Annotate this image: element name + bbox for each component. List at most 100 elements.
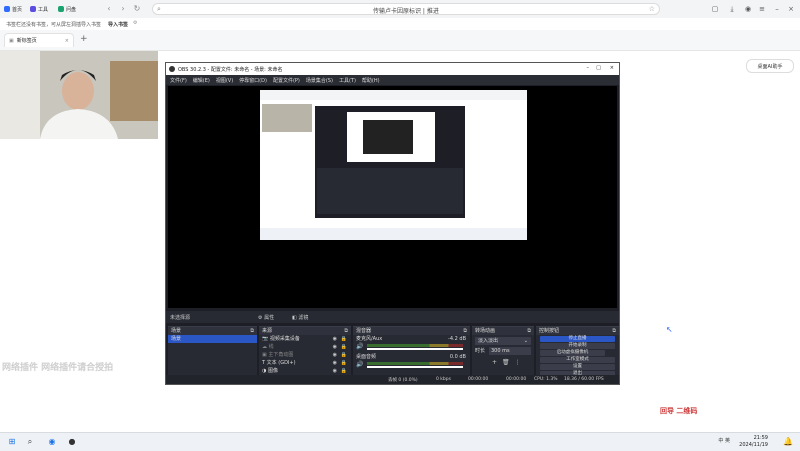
transition-type: 淡入淡出 bbox=[478, 338, 499, 344]
new-tab-button[interactable]: + bbox=[80, 34, 88, 44]
minimize-icon[interactable]: – bbox=[772, 4, 782, 14]
fps: 18.36 / 60.00 FPS bbox=[564, 377, 604, 382]
address-text: 传输卢卡因原标识 | 推进 bbox=[373, 8, 439, 15]
obs-titlebar: OBS 30.2.3 - 配置文件: 未命名 - 场景: 未命名 – □ × bbox=[166, 63, 619, 75]
dock-undock-icon[interactable]: ⧉ bbox=[344, 327, 348, 335]
mic-volume-slider[interactable] bbox=[367, 348, 463, 350]
desktop-volume-slider[interactable] bbox=[367, 366, 463, 368]
dock-undock-icon[interactable]: ⧉ bbox=[527, 327, 531, 335]
eye-icon[interactable]: ◉ bbox=[333, 351, 337, 359]
no-source-label: 未选择源 bbox=[170, 315, 191, 321]
filters-button[interactable]: ◧ 滤镜 bbox=[292, 314, 308, 321]
dock-undock-icon[interactable]: ⧉ bbox=[612, 327, 616, 335]
bookmark-import-link[interactable]: 导入书签 bbox=[108, 21, 128, 28]
reload-button[interactable]: ↻ bbox=[132, 4, 142, 14]
tab-new-tab[interactable]: ▣ 新标签页 × bbox=[4, 33, 74, 47]
duration-value: 300 ms bbox=[491, 348, 510, 354]
webcam-person-image bbox=[0, 51, 158, 139]
forward-button[interactable]: › bbox=[118, 4, 128, 14]
preview-browser-bar bbox=[260, 90, 527, 100]
cpu-usage: CPU: 1.3% bbox=[534, 377, 558, 382]
obs-preview[interactable] bbox=[168, 86, 617, 308]
menu-tools[interactable]: 工具(T) bbox=[339, 77, 356, 84]
scene-item[interactable]: 场景 bbox=[168, 335, 257, 343]
notification-icon[interactable]: 🔔 bbox=[782, 436, 794, 448]
studio-mode-button[interactable]: 工作室模式 bbox=[540, 357, 615, 363]
home-icon bbox=[4, 6, 10, 12]
menu-edit[interactable]: 编辑(E) bbox=[193, 77, 210, 84]
tools-icon bbox=[30, 6, 36, 12]
windows-start-icon[interactable]: ⊞ bbox=[6, 436, 18, 448]
download-icon[interactable]: ⤓ bbox=[727, 4, 737, 14]
lock-icon[interactable]: 🔒 bbox=[341, 335, 347, 343]
mixer-channel-desktop: 桌面音频 0.0 dB bbox=[353, 353, 470, 361]
stop-streaming-button[interactable]: 停止直播 bbox=[540, 336, 615, 342]
clock[interactable]: 21:59 2024/11/19 bbox=[739, 435, 768, 449]
bitrate: 0 kbps bbox=[436, 377, 451, 382]
rec-time: 00:00:00 bbox=[506, 377, 527, 382]
menu-profile[interactable]: 配置文件(P) bbox=[273, 77, 300, 84]
speaker-icon[interactable]: 🔊 bbox=[356, 343, 363, 350]
mixer-channel-mic: 麦克风/Aux -4.2 dB bbox=[353, 335, 470, 343]
lock-icon[interactable]: 🔒 bbox=[341, 367, 347, 375]
gear-icon[interactable]: ⚙ bbox=[133, 20, 137, 26]
mixer-title: 混音器 bbox=[356, 328, 372, 334]
obs-maximize-icon[interactable]: □ bbox=[596, 65, 601, 71]
close-icon[interactable]: × bbox=[786, 4, 796, 14]
source-item[interactable]: ◑ 图像 ◉ 🔒 bbox=[259, 367, 351, 375]
close-tab-icon[interactable]: × bbox=[65, 38, 69, 44]
speaker-icon[interactable]: 🔊 bbox=[356, 361, 363, 368]
start-recording-button[interactable]: 开始录制 bbox=[540, 343, 615, 349]
menu-help[interactable]: 帮助(H) bbox=[362, 77, 380, 84]
obs-close-icon[interactable]: × bbox=[610, 65, 614, 71]
eye-icon[interactable]: ◉ bbox=[333, 343, 337, 351]
clock-date: 2024/11/19 bbox=[739, 442, 768, 448]
dock-undock-icon[interactable]: ⧉ bbox=[463, 327, 467, 335]
back-button[interactable]: ‹ bbox=[104, 4, 114, 14]
preview-nested-obs-small bbox=[363, 120, 413, 154]
browser-app-icon[interactable]: ◉ bbox=[46, 436, 58, 448]
menu-scene-collection[interactable]: 场景集合(S) bbox=[306, 77, 333, 84]
obs-minimize-icon[interactable]: – bbox=[587, 65, 590, 71]
lock-icon[interactable]: 🔒 bbox=[341, 351, 347, 359]
dock-undock-icon[interactable]: ⧉ bbox=[250, 327, 254, 335]
obs-title-text: OBS 30.2.3 - 配置文件: 未命名 - 场景: 未命名 bbox=[178, 67, 283, 73]
eye-icon[interactable]: ◉ bbox=[333, 359, 337, 367]
ask-icon bbox=[58, 6, 64, 12]
add-icon[interactable]: + bbox=[492, 359, 497, 366]
source-item[interactable]: T 文本 (GDI+) ◉ 🔒 bbox=[259, 359, 351, 367]
settings-button[interactable]: 设置 bbox=[540, 364, 615, 370]
properties-button[interactable]: ⚙ 属性 bbox=[258, 314, 274, 321]
trash-icon[interactable]: 🗑 bbox=[502, 359, 510, 366]
transition-select[interactable]: 淡入淡出 ⌄ bbox=[475, 337, 531, 345]
ai-assistant-button[interactable]: 桌面AI助手 bbox=[746, 59, 794, 73]
eye-icon[interactable]: ◉ bbox=[333, 335, 337, 343]
menu-icon[interactable]: ≡ bbox=[757, 4, 767, 14]
lock-icon[interactable]: 🔒 bbox=[341, 343, 347, 351]
source-item-label: 主下角动图 bbox=[268, 352, 294, 358]
eye-icon[interactable]: ◉ bbox=[333, 367, 337, 375]
duration-input[interactable]: 300 ms bbox=[489, 347, 531, 355]
virtual-camera-button[interactable]: 启动虚拟摄像机 bbox=[540, 350, 605, 356]
sources-header: 来源 ⧉ bbox=[259, 327, 351, 335]
source-item[interactable]: 📷 视频采集设备 ◉ 🔒 bbox=[259, 335, 351, 343]
source-item[interactable]: ☁ 线 ◉ 🔒 bbox=[259, 343, 351, 351]
collections-icon[interactable]: ▢ bbox=[710, 4, 720, 14]
tray-language[interactable]: 中 英 bbox=[718, 437, 730, 444]
obs-app-icon[interactable]: ● bbox=[66, 436, 78, 448]
lock-icon[interactable]: 🔒 bbox=[341, 359, 347, 367]
tab-tools[interactable]: 工具 bbox=[30, 4, 48, 14]
search-icon[interactable]: ⌕ bbox=[24, 436, 36, 448]
source-item[interactable]: ▣ 主下角动图 ◉ 🔒 bbox=[259, 351, 351, 359]
menu-view[interactable]: 视图(V) bbox=[216, 77, 233, 84]
account-icon[interactable]: ◉ bbox=[743, 4, 753, 14]
address-bar[interactable]: ⌕ 传输卢卡因原标识 | 推进 ☆ bbox=[152, 3, 660, 15]
desktop-audio-meter: 🔊 bbox=[353, 361, 470, 371]
menu-docks[interactable]: 停靠窗口(D) bbox=[239, 77, 267, 84]
tab-home[interactable]: 首页 bbox=[4, 4, 22, 14]
tab-ask[interactable]: 问盘 bbox=[58, 4, 76, 14]
star-icon[interactable]: ☆ bbox=[649, 5, 655, 13]
more-icon[interactable]: ⋮ bbox=[515, 359, 521, 366]
menu-file[interactable]: 文件(F) bbox=[170, 77, 187, 84]
preview-nested-capture bbox=[347, 112, 435, 162]
